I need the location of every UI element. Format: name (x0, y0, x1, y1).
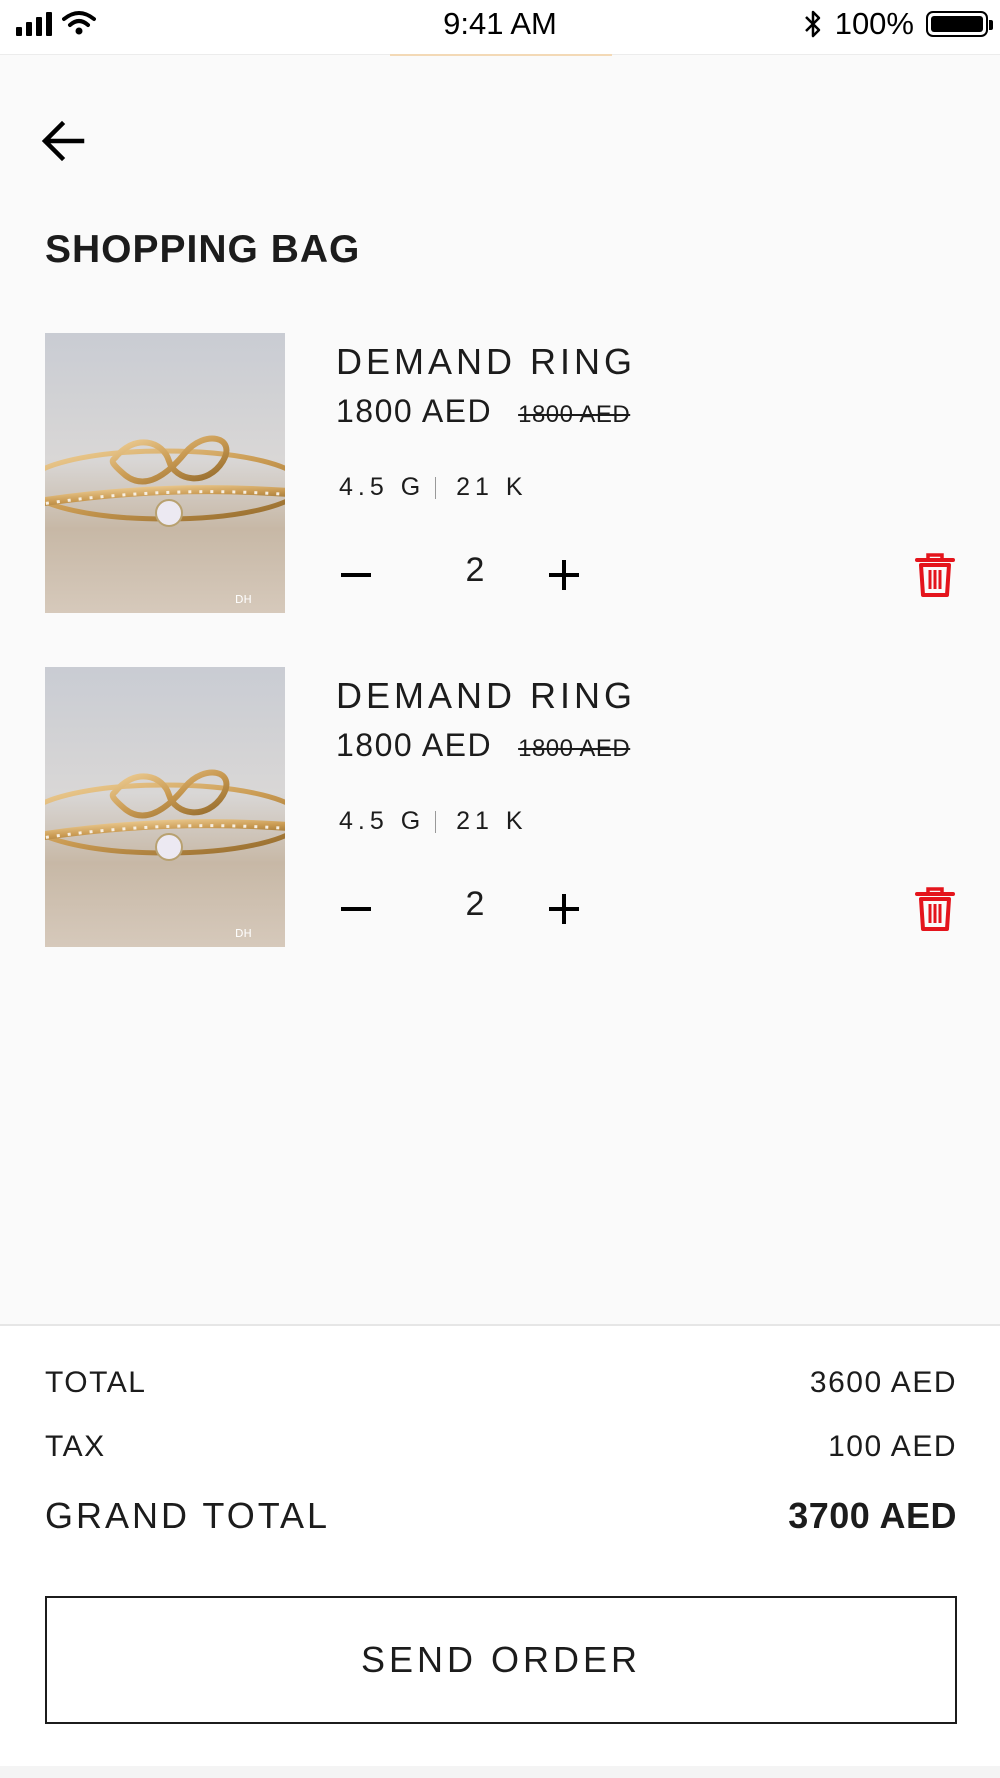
item-specs: 4.5 G 21 K (339, 807, 528, 836)
svg-text:DH: DH (235, 593, 252, 606)
item-old-price: 1800 AED (518, 401, 631, 428)
order-summary: TOTAL 3600 AED TAX 100 AED GRAND TOTAL 3… (0, 1324, 1000, 1768)
spec-divider (435, 810, 437, 833)
item-specs: 4.5 G 21 K (339, 473, 528, 502)
grand-total-row: GRAND TOTAL 3700 AED (45, 1495, 957, 1537)
status-right: 100% (803, 6, 993, 42)
header-accent-line (390, 54, 612, 56)
tax-row: TAX 100 AED (45, 1430, 957, 1464)
increase-quantity-button[interactable] (544, 889, 584, 929)
ring-photo: DH (45, 333, 285, 613)
decrease-quantity-button[interactable] (336, 555, 376, 595)
back-button[interactable] (40, 116, 92, 168)
cart-item: DH DEMAND RING 1800 AED 1800 AED 4.5 G 21 K 2 (45, 333, 965, 613)
total-row: TOTAL 3600 AED (45, 1366, 957, 1400)
item-price: 1800 AED (336, 727, 493, 763)
ring-photo: DH (45, 667, 285, 947)
quantity-value: 2 (465, 885, 485, 923)
grand-total-value: 3700 AED (788, 1495, 957, 1536)
status-bar: 9:41 AM 100% (0, 0, 1000, 55)
svg-text:DH: DH (235, 927, 252, 940)
send-order-button[interactable]: SEND ORDER (45, 1596, 957, 1724)
tax-label: TAX (45, 1430, 106, 1463)
battery-icon (926, 11, 993, 37)
minus-icon (341, 907, 371, 911)
grand-total-label: GRAND TOTAL (45, 1495, 331, 1536)
trash-icon (915, 553, 955, 597)
increase-quantity-button[interactable] (544, 555, 584, 595)
item-karat: 21 K (456, 473, 528, 501)
trash-icon (915, 887, 955, 931)
item-weight: 4.5 G (339, 807, 426, 835)
plus-icon (549, 560, 579, 590)
delete-item-button[interactable] (913, 551, 957, 599)
item-name: DEMAND RING (336, 675, 637, 716)
page-title: SHOPPING BAG (45, 228, 361, 271)
price-row: 1800 AED 1800 AED (336, 393, 630, 430)
item-old-price: 1800 AED (518, 735, 631, 762)
item-karat: 21 K (456, 807, 528, 835)
price-row: 1800 AED 1800 AED (336, 727, 630, 764)
minus-icon (341, 573, 371, 577)
delete-item-button[interactable] (913, 885, 957, 933)
bluetooth-icon (804, 10, 820, 38)
arrow-left-icon (41, 120, 85, 162)
bottom-strip (0, 1766, 1000, 1778)
battery-percent: 100% (834, 6, 914, 41)
item-price: 1800 AED (336, 393, 493, 429)
tax-value: 100 AED (828, 1430, 957, 1463)
plus-icon (549, 894, 579, 924)
total-label: TOTAL (45, 1366, 147, 1399)
total-value: 3600 AED (809, 1366, 957, 1399)
cart-item: DH DEMAND RING 1800 AED 1800 AED 4.5 G 21 K 2 (45, 667, 965, 947)
item-weight: 4.5 G (339, 473, 426, 501)
item-name: DEMAND RING (336, 341, 637, 382)
quantity-value: 2 (465, 551, 485, 589)
decrease-quantity-button[interactable] (336, 889, 376, 929)
spec-divider (435, 476, 437, 499)
